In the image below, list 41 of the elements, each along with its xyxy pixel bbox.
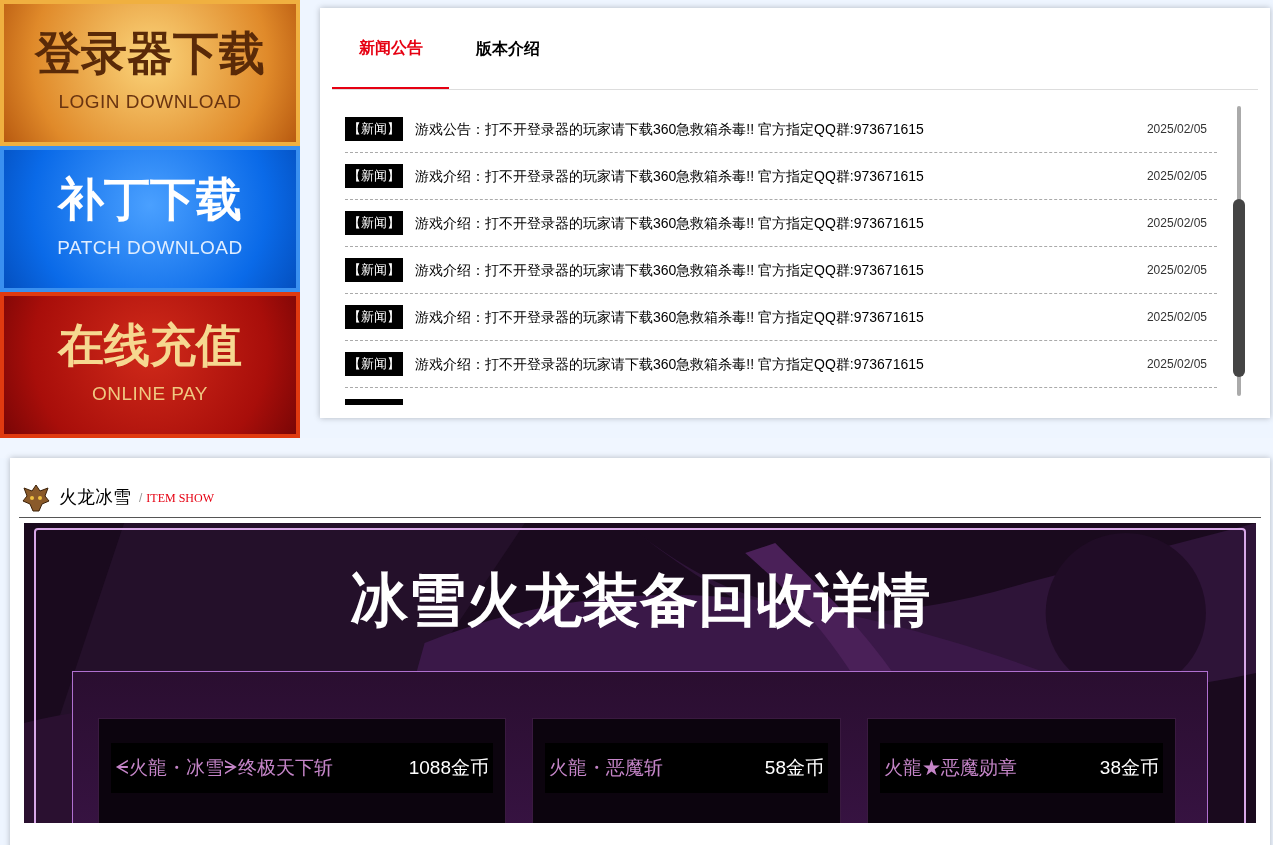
news-tag: 【新闻】 <box>345 164 403 188</box>
item-price: 38金币 <box>1099 755 1159 780</box>
news-tag: 【新闻】 <box>345 117 403 141</box>
news-date: 2025/02/05 <box>1146 356 1207 373</box>
news-link[interactable]: 游戏介绍：打不开登录器的玩家请下载360急救箱杀毒!! 官方指定QQ群:973671615 <box>415 259 924 281</box>
demon-mask-icon <box>21 482 51 513</box>
news-date: 2025/02/05 <box>1146 309 1207 326</box>
download-banner[interactable]: 在线充值 ONLINE PAY <box>0 292 300 438</box>
banner-subtitle: LOGIN DOWNLOAD <box>58 89 242 114</box>
news-tag <box>345 399 403 405</box>
news-tag: 【新闻】 <box>345 352 403 376</box>
news-link[interactable]: 游戏介绍：打不开登录器的玩家请下载360急救箱杀毒!! 官方指定QQ群:973671615 <box>415 212 924 234</box>
item-name: 火龍★恶魔勋章 <box>884 755 1017 780</box>
download-banner[interactable]: 登录器下载 LOGIN DOWNLOAD <box>0 0 300 146</box>
news-tag: 【新闻】 <box>345 211 403 235</box>
news-date: 2025/02/05 <box>1146 262 1207 279</box>
news-link[interactable]: 游戏介绍：打不开登录器的玩家请下载360急救箱杀毒!! 官方指定QQ群:973671615 <box>415 306 924 328</box>
news-tag: 【新闻】 <box>345 305 403 329</box>
item-name: 火龍・恶魔斩 <box>549 755 663 780</box>
banner-title: 在线充值 <box>58 321 242 368</box>
news-link[interactable]: 游戏介绍：打不开登录器的玩家请下载360急救箱杀毒!! 官方指定QQ群:973671615 <box>415 165 924 187</box>
item-price: 58金币 <box>764 755 824 780</box>
tab[interactable]: 新闻公告 <box>332 8 449 89</box>
item-price: 1088金币 <box>408 755 489 780</box>
title-separator: / <box>139 489 143 507</box>
news-date: 2025/02/05 <box>1146 215 1207 232</box>
poster-title: 冰雪火龙装备回收详情 <box>350 571 930 629</box>
banner-subtitle: PATCH DOWNLOAD <box>57 235 243 260</box>
item-name: ᗕ火龍・冰雪ᗒ终极天下斩 <box>115 755 333 780</box>
news-link[interactable]: 游戏介绍：打不开登录器的玩家请下载360急救箱杀毒!! 官方指定QQ群:973671615 <box>415 353 924 375</box>
news-date: 2025/02/05 <box>1146 168 1207 185</box>
news-tag: 【新闻】 <box>345 258 403 282</box>
section-subtitle: ITEM SHOW <box>146 489 214 507</box>
banner-title: 登录器下载 <box>35 29 265 76</box>
section-title: 火龙冰雪 <box>59 486 131 509</box>
news-link[interactable]: 游戏公告：打不开登录器的玩家请下载360急救箱杀毒!! 官方指定QQ群:973671615 <box>415 118 924 140</box>
news-date: 2025/02/05 <box>1146 121 1207 138</box>
banner-title: 补丁下载 <box>58 175 242 222</box>
banner-subtitle: ONLINE PAY <box>92 381 208 406</box>
download-banner[interactable]: 补丁下载 PATCH DOWNLOAD <box>0 146 300 292</box>
tab[interactable]: 版本介绍 <box>449 8 566 89</box>
